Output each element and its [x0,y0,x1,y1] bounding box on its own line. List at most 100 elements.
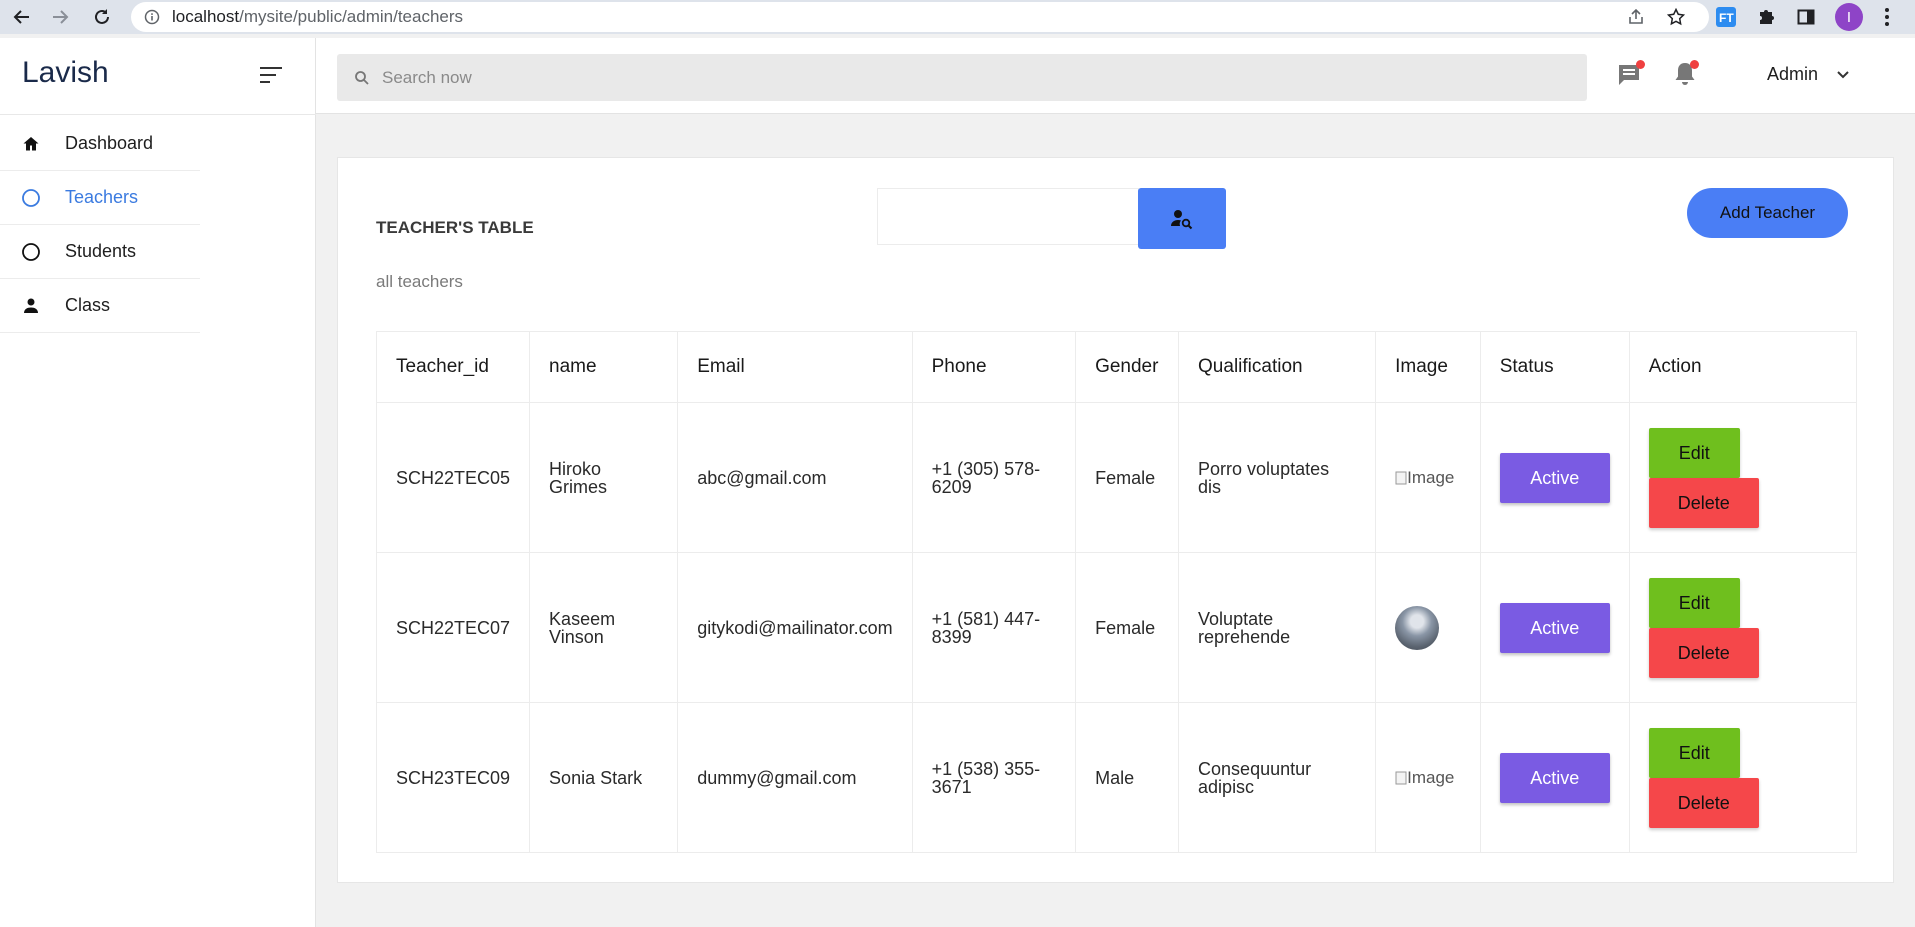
status-button[interactable]: Active [1499,602,1610,653]
cell-gender: Female [1075,552,1180,703]
broken-image-icon [1395,771,1407,784]
star-icon[interactable] [1664,5,1688,29]
teacher-search-button[interactable] [1138,188,1226,249]
bell-icon[interactable] [1669,58,1701,90]
url-text: localhost/mysite/public/admin/teachers [172,7,463,27]
sidepanel-icon[interactable] [1794,5,1818,29]
cell-teacher-id: SCH23TEC09 [375,702,531,853]
cell-image: Image [1375,402,1481,553]
column-header-action[interactable]: Action [1628,331,1858,403]
cell-qualification: Porro voluptates dis [1178,402,1377,553]
edit-button[interactable]: Edit [1648,727,1740,778]
column-header-name[interactable]: name [529,331,679,403]
cell-status: Active [1479,402,1630,553]
broken-image: Image [1395,768,1455,787]
table-row: SCH23TEC09 Sonia Stark dummy@gmail.com +… [375,702,1858,853]
action-group: Edit Delete [1648,577,1779,678]
cell-phone: +1 (305) 578-6209 [911,402,1077,553]
url-path: /mysite/public/admin/teachers [239,7,464,26]
teacher-search-input[interactable] [877,188,1139,245]
search-icon [355,70,369,85]
sidebar-item-label: Teachers [65,187,139,207]
action-group: Edit Delete [1648,427,1779,528]
share-icon[interactable] [1624,5,1648,29]
table-row: SCH22TEC07 Kaseem Vinson gitykodi@mailin… [375,552,1858,703]
sidebar-item-dashboard[interactable]: Dashboard [0,117,200,171]
table-header-row: Teacher_id name Email Phone Gender Quali… [375,331,1858,403]
status-button[interactable]: Active [1499,452,1610,503]
edit-button[interactable]: Edit [1648,427,1740,478]
cell-qualification: Voluptate reprehende [1178,552,1377,703]
delete-button[interactable]: Delete [1648,477,1759,528]
delete-button[interactable]: Delete [1648,777,1759,828]
status-button[interactable]: Active [1499,752,1610,803]
image-alt-text: Image [1407,467,1455,487]
sidebar-item-label: Class [65,295,111,315]
topbar: Admin [316,38,1915,114]
cell-gender: Female [1075,402,1180,553]
cell-status: Active [1479,552,1630,703]
chevron-down-icon [1837,70,1849,78]
sidebar: Lavish Dashboard Teachers Students Class [0,38,316,927]
circle-icon [20,187,42,209]
cell-qualification: Consequuntur adipisc [1178,702,1377,853]
brand-logo[interactable]: Lavish [22,56,109,90]
forward-arrow-icon[interactable] [48,5,72,29]
action-group: Edit Delete [1648,727,1779,828]
cell-email: dummy@gmail.com [677,702,913,853]
kebab-menu-icon[interactable] [1875,5,1899,29]
global-search-input[interactable] [382,67,1532,88]
sidebar-toggle-icon[interactable] [258,64,286,86]
info-icon[interactable] [144,9,160,25]
column-header-email[interactable]: Email [677,331,913,403]
circle-icon [20,241,42,263]
cell-teacher-id: SCH22TEC07 [375,552,531,703]
cell-name: Sonia Stark [529,702,679,853]
cell-image: Image [1375,702,1481,853]
cell-email: gitykodi@mailinator.com [677,552,913,703]
cell-phone: +1 (581) 447-8399 [911,552,1077,703]
delete-button[interactable]: Delete [1648,627,1759,678]
cell-email: abc@gmail.com [677,402,913,553]
reload-icon[interactable] [90,5,114,29]
browser-toolbar: localhost/mysite/public/admin/teachers F… [0,0,1915,34]
puzzle-icon[interactable] [1754,5,1778,29]
edit-button[interactable]: Edit [1648,577,1740,628]
cell-phone: +1 (538) 355-3671 [911,702,1077,853]
column-header-qualification[interactable]: Qualification [1178,331,1377,403]
sidebar-item-class[interactable]: Class [0,279,200,333]
teacher-photo [1395,605,1440,650]
admin-menu[interactable]: Admin [1767,64,1850,85]
cell-status: Active [1479,702,1630,853]
column-header-image[interactable]: Image [1375,331,1481,403]
messages-icon[interactable] [1614,58,1646,90]
back-arrow-icon[interactable] [10,5,34,29]
column-header-phone[interactable]: Phone [911,331,1077,403]
sidebar-item-teachers[interactable]: Teachers [0,171,200,225]
cell-teacher-id: SCH22TEC05 [375,402,531,553]
cell-action: Edit Delete [1628,552,1858,703]
person-icon [20,295,42,317]
teachers-card: TEACHER'S TABLE all teachers Add Teacher… [337,157,1894,883]
column-header-gender[interactable]: Gender [1075,331,1180,403]
extension-ft-icon[interactable]: FT [1714,5,1738,29]
sidebar-item-students[interactable]: Students [0,225,200,279]
page-subtitle: all teachers [376,272,463,291]
url-host: localhost [172,7,240,26]
column-header-teacher-id[interactable]: Teacher_id [375,331,531,403]
cell-name: Hiroko Grimes [529,402,679,553]
person-search-icon [1171,209,1193,229]
cell-image [1375,552,1481,703]
address-bar[interactable]: localhost/mysite/public/admin/teachers [131,2,1709,32]
broken-image-icon [1395,471,1407,484]
add-teacher-button[interactable]: Add Teacher [1687,188,1848,238]
cell-action: Edit Delete [1628,402,1858,553]
column-header-status[interactable]: Status [1479,331,1630,403]
home-icon [20,133,42,155]
sidebar-menu: Dashboard Teachers Students Class [0,117,200,333]
notifications-badge [1690,60,1699,69]
profile-avatar[interactable]: I [1835,3,1863,31]
teachers-table: Teacher_id name Email Phone Gender Quali… [375,331,1858,853]
global-search [337,54,1587,101]
table-row: SCH22TEC05 Hiroko Grimes abc@gmail.com +… [375,402,1858,553]
